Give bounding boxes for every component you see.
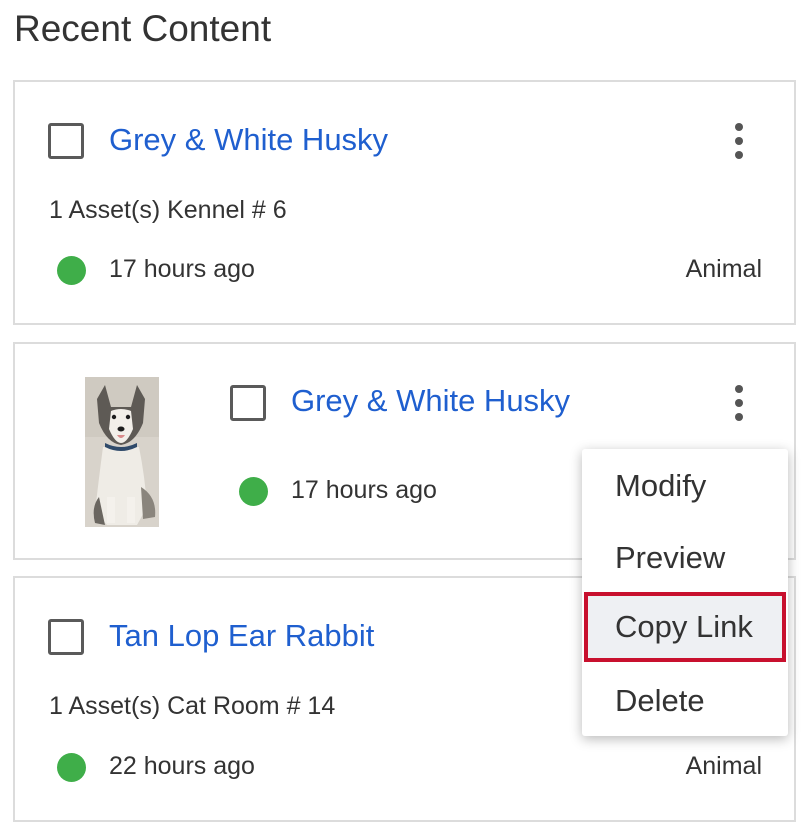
asset-meta: 1 Asset(s) Cat Room # 14 <box>49 692 336 720</box>
status-dot-icon <box>239 477 268 506</box>
content-type-label: Animal <box>685 752 762 780</box>
page-title: Recent Content <box>14 8 272 49</box>
husky-photo-icon <box>85 377 159 527</box>
content-title-link[interactable]: Tan Lop Ear Rabbit <box>109 618 374 654</box>
content-title-link[interactable]: Grey & White Husky <box>291 383 570 419</box>
status-dot-icon <box>57 256 86 285</box>
more-options-icon[interactable] <box>724 383 754 423</box>
asset-meta: 1 Asset(s) Kennel # 6 <box>49 196 287 224</box>
content-title-link[interactable]: Grey & White Husky <box>109 122 388 158</box>
menu-item-modify[interactable]: Modify <box>582 451 788 521</box>
status-dot-icon <box>57 753 86 782</box>
content-type-label: Animal <box>685 255 762 283</box>
select-checkbox[interactable] <box>48 619 84 655</box>
timestamp: 22 hours ago <box>109 752 255 780</box>
menu-item-delete[interactable]: Delete <box>582 666 788 736</box>
content-card: Grey & White Husky 1 Asset(s) Kennel # 6… <box>13 80 796 325</box>
menu-item-preview[interactable]: Preview <box>582 523 788 593</box>
menu-item-copy-link[interactable]: Copy Link <box>584 592 786 662</box>
more-options-icon[interactable] <box>724 121 754 161</box>
select-checkbox[interactable] <box>48 123 84 159</box>
thumbnail-image[interactable] <box>85 377 159 527</box>
timestamp: 17 hours ago <box>291 476 437 504</box>
timestamp: 17 hours ago <box>109 255 255 283</box>
select-checkbox[interactable] <box>230 385 266 421</box>
context-menu: Modify Preview Copy Link Delete <box>582 449 788 736</box>
